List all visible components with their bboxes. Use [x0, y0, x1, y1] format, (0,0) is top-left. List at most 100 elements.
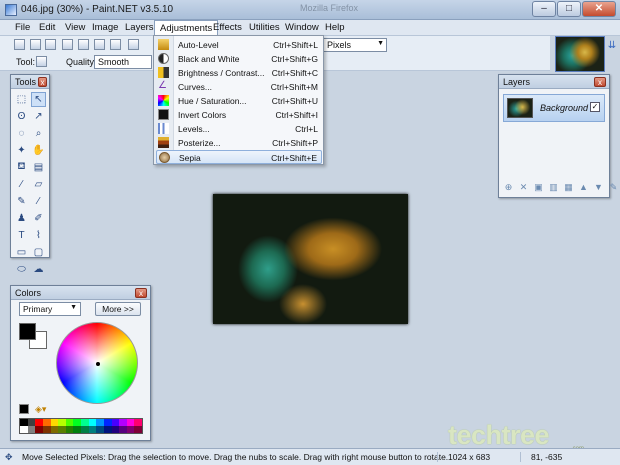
menu-edit[interactable]: Edit — [34, 22, 60, 33]
move-layer-up-icon[interactable]: ▲ — [578, 182, 589, 193]
paintnet-app-icon[interactable] — [5, 4, 17, 16]
line-curve-icon[interactable]: ⌇ — [31, 228, 46, 243]
lasso-select-icon[interactable]: ʘ — [14, 109, 29, 124]
move-tool-icon[interactable] — [36, 56, 47, 67]
quality-label: Quality: — [66, 57, 97, 67]
more-colors-button[interactable]: More >> — [95, 302, 141, 316]
color-picker-icon[interactable]: ⁄ — [31, 194, 46, 209]
pencil-icon[interactable]: ✎ — [14, 194, 29, 209]
layer-row-background[interactable]: Background ✓ — [503, 94, 605, 122]
primary-color-swatch[interactable] — [19, 323, 36, 340]
color-wheel[interactable] — [56, 322, 138, 404]
color-palette[interactable] — [19, 418, 143, 434]
menu-item-label: Auto-Level — [178, 40, 219, 50]
menu-item-posterize[interactable]: Posterize... Ctrl+Shift+P — [156, 136, 322, 150]
palette-menu-icon[interactable]: ◈▾ — [35, 404, 49, 414]
menu-utilities[interactable]: Utilities — [244, 22, 285, 33]
recolor-icon[interactable]: ✐ — [31, 211, 46, 226]
sepia-icon — [159, 152, 170, 163]
menu-bar: File Edit View Image Layers Adjustments … — [0, 20, 620, 36]
menu-item-label: Invert Colors — [178, 110, 227, 120]
zoom-icon[interactable]: ⌕ — [31, 126, 46, 141]
copy-icon[interactable] — [94, 39, 105, 50]
chevron-down-icon: ▼ — [377, 40, 384, 47]
freeform-shape-icon[interactable]: ☁ — [31, 262, 46, 277]
brightness-contrast-icon — [158, 67, 169, 78]
paste-icon[interactable] — [110, 39, 121, 50]
clone-stamp-icon[interactable]: ♟ — [14, 211, 29, 226]
menu-window[interactable]: Window — [280, 22, 324, 33]
layer-properties-icon[interactable]: ▦ — [563, 182, 574, 193]
status-message: Move Selected Pixels: Drag the selection… — [22, 452, 449, 462]
paint-bucket-icon[interactable]: ⛾ — [14, 160, 29, 175]
menu-item-auto-level[interactable]: Auto-Level Ctrl+Shift+L — [156, 38, 322, 52]
move-tool-status-icon: ✥ — [5, 452, 13, 462]
menu-image[interactable]: Image — [87, 22, 123, 33]
reset-colors-icon[interactable] — [19, 404, 29, 414]
image-thumbnail-tab[interactable] — [555, 36, 605, 72]
window-controls: – □ ✕ — [532, 1, 616, 17]
units-dropdown[interactable]: Pixels ▼ — [323, 38, 387, 52]
save-icon[interactable] — [45, 39, 56, 50]
menu-help[interactable]: Help — [320, 22, 350, 33]
ellipse-icon[interactable]: ⬭ — [14, 262, 29, 277]
tools-grid: ⬚ ↖ ʘ ↗ ◌ ⌕ ✦ ✋ ⛾ ▤ ∕ ▱ ✎ ⁄ ♟ ✐ T ⌇ ▭ ▢ … — [14, 92, 46, 277]
close-icon[interactable]: x — [135, 288, 147, 298]
move-selection-icon[interactable]: ↖ — [31, 92, 46, 107]
close-button[interactable]: ✕ — [582, 1, 616, 17]
menu-item-shortcut: Ctrl+Shift+E — [271, 153, 317, 163]
rounded-rectangle-icon[interactable]: ▢ — [31, 245, 46, 260]
menu-item-curves[interactable]: ∠ Curves... Ctrl+Shift+M — [156, 80, 322, 94]
rectangle-icon[interactable]: ▭ — [14, 245, 29, 260]
menu-item-shortcut: Ctrl+Shift+M — [270, 82, 318, 92]
menu-item-shortcut: Ctrl+Shift+U — [271, 96, 318, 106]
text-icon[interactable]: T — [14, 228, 29, 243]
print-icon[interactable] — [62, 39, 73, 50]
menu-item-label: Brightness / Contrast... — [178, 68, 265, 78]
menu-item-hue-saturation[interactable]: Hue / Saturation... Ctrl+Shift+U — [156, 94, 322, 108]
open-icon[interactable] — [30, 39, 41, 50]
menu-layers[interactable]: Layers — [120, 22, 159, 33]
add-layer-icon[interactable]: ⊕ — [503, 182, 514, 193]
delete-layer-icon[interactable]: ✕ — [518, 182, 529, 193]
gradient-icon[interactable]: ▤ — [31, 160, 46, 175]
menu-item-shortcut: Ctrl+Shift+I — [275, 110, 318, 120]
menu-view[interactable]: View — [60, 22, 90, 33]
menu-file[interactable]: File — [10, 22, 35, 33]
tools-panel-header: Tools x — [11, 75, 49, 89]
menu-item-levels[interactable]: Levels... Ctrl+L — [156, 122, 322, 136]
menu-item-brightness-contrast[interactable]: Brightness / Contrast... Ctrl+Shift+C — [156, 66, 322, 80]
layer-options-icon[interactable]: ✎ — [608, 182, 619, 193]
magic-wand-icon[interactable]: ✦ — [14, 143, 29, 158]
cursor-position: 81, -635 — [520, 452, 562, 462]
close-icon[interactable]: x — [594, 77, 606, 87]
duplicate-layer-icon[interactable]: ▣ — [533, 182, 544, 193]
close-icon[interactable]: x — [38, 77, 47, 87]
cut-icon[interactable] — [78, 39, 89, 50]
quality-dropdown[interactable]: Smooth — [94, 55, 152, 69]
image-canvas[interactable] — [213, 194, 408, 324]
units-value: Pixels — [327, 40, 352, 50]
paintbrush-icon[interactable]: ∕ — [14, 177, 29, 192]
menu-item-invert-colors[interactable]: Invert Colors Ctrl+Shift+I — [156, 108, 322, 122]
maximize-button[interactable]: □ — [557, 1, 581, 17]
move-layer-down-icon[interactable]: ▼ — [593, 182, 604, 193]
ellipse-select-icon[interactable]: ◌ — [14, 126, 29, 141]
minimize-button[interactable]: – — [532, 1, 556, 17]
quality-value: Smooth — [98, 57, 130, 67]
crop-icon[interactable] — [128, 39, 139, 50]
new-icon[interactable] — [14, 39, 25, 50]
layer-visibility-checkbox[interactable]: ✓ — [590, 102, 600, 112]
rectangle-select-icon[interactable]: ⬚ — [14, 92, 29, 107]
menu-effects[interactable]: Effects — [208, 22, 247, 33]
menu-item-label: Levels... — [178, 124, 210, 134]
color-target-dropdown[interactable]: Primary ▼ — [19, 302, 81, 316]
menu-item-sepia[interactable]: Sepia Ctrl+Shift+E — [156, 150, 322, 164]
eraser-icon[interactable]: ▱ — [31, 177, 46, 192]
menu-item-black-and-white[interactable]: Black and White Ctrl+Shift+G — [156, 52, 322, 66]
merge-layer-icon[interactable]: ▥ — [548, 182, 559, 193]
chevron-down-icon[interactable]: ⇊ — [605, 40, 619, 54]
layers-panel: Layers x Background ✓ ⊕ ✕ ▣ ▥ ▦ ▲ ▼ ✎ — [498, 74, 617, 198]
pan-icon[interactable]: ✋ — [31, 143, 46, 158]
move-selected-icon[interactable]: ↗ — [31, 109, 46, 124]
